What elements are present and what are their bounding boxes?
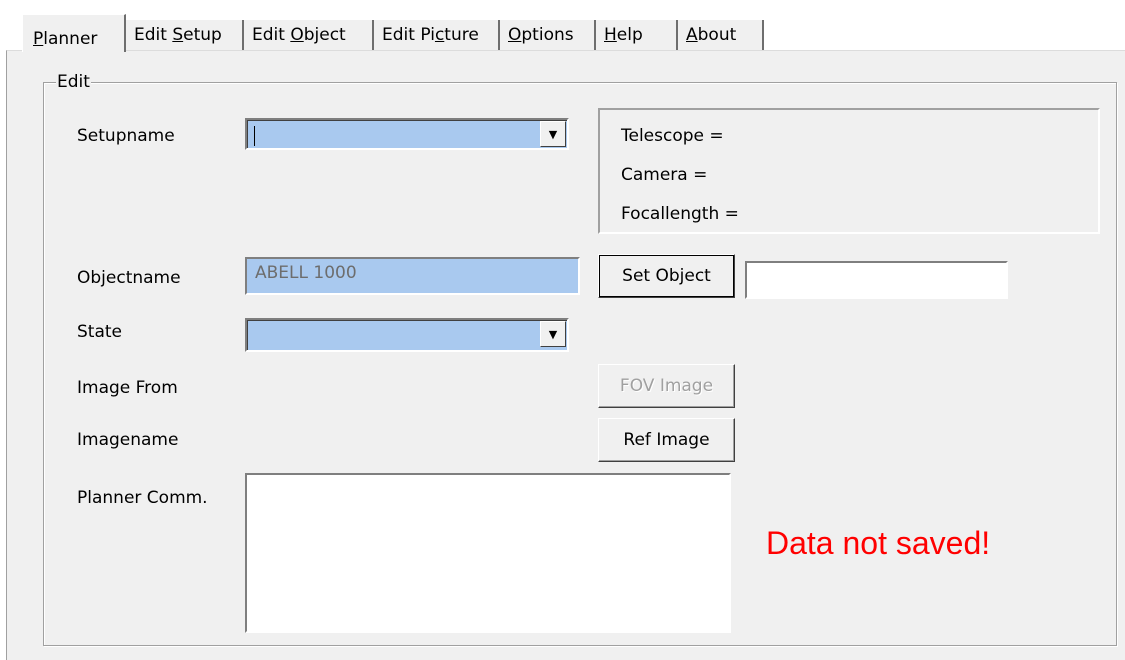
objectname-value: ABELL 1000	[255, 263, 357, 283]
tab-edit-picture[interactable]: Edit Picture	[374, 20, 500, 50]
tab-edit-setup-label: Edit Setup	[134, 25, 222, 45]
imagename-label: Imagename	[77, 430, 179, 450]
setupname-label: Setupname	[77, 126, 175, 146]
tab-edit-picture-label: Edit Picture	[382, 25, 479, 45]
tab-edit-object[interactable]: Edit Object	[244, 20, 374, 50]
fov-image-button[interactable]: FOV Image	[598, 364, 735, 408]
object-extra-field[interactable]	[745, 261, 1008, 299]
set-object-button[interactable]: Set Object	[598, 254, 735, 298]
tab-about[interactable]: About	[676, 20, 764, 50]
objectname-field[interactable]: ABELL 1000	[245, 257, 580, 295]
chevron-down-icon: ▼	[548, 327, 558, 341]
setupname-combobox[interactable]: ▼	[245, 118, 569, 150]
objectname-label: Objectname	[77, 268, 181, 288]
chevron-down-icon: ▼	[548, 127, 558, 141]
tab-about-label: About	[686, 25, 737, 45]
planner-comm-label: Planner Comm.	[77, 488, 208, 508]
setup-info-box: Telescope = Camera = Focallength =	[598, 108, 1100, 234]
tab-strip: Planner Edit Setup Edit Object Edit Pict…	[22, 14, 1122, 54]
state-combobox[interactable]: ▼	[245, 318, 569, 352]
planner-comm-textarea[interactable]	[245, 473, 731, 633]
tab-options[interactable]: Options	[500, 20, 596, 50]
tab-planner[interactable]: Planner	[22, 14, 126, 52]
tab-help-label: Help	[604, 25, 643, 45]
ref-image-button[interactable]: Ref Image	[598, 418, 735, 462]
image-from-label: Image From	[77, 378, 178, 398]
state-dropdown-button[interactable]: ▼	[540, 321, 566, 347]
save-status-message: Data not saved!	[766, 525, 991, 561]
text-caret	[254, 126, 255, 146]
state-label: State	[77, 322, 122, 342]
tab-help[interactable]: Help	[596, 20, 676, 50]
groupbox-title: Edit	[56, 72, 91, 92]
focallength-info: Focallength =	[621, 204, 739, 224]
camera-info: Camera =	[621, 165, 708, 185]
telescope-info: Telescope =	[621, 126, 724, 146]
setupname-dropdown-button[interactable]: ▼	[540, 121, 566, 147]
tab-options-label: Options	[508, 25, 574, 45]
tab-planner-label: Planner	[33, 29, 98, 49]
tab-edit-setup[interactable]: Edit Setup	[126, 20, 244, 50]
tab-edit-object-label: Edit Object	[252, 25, 346, 45]
